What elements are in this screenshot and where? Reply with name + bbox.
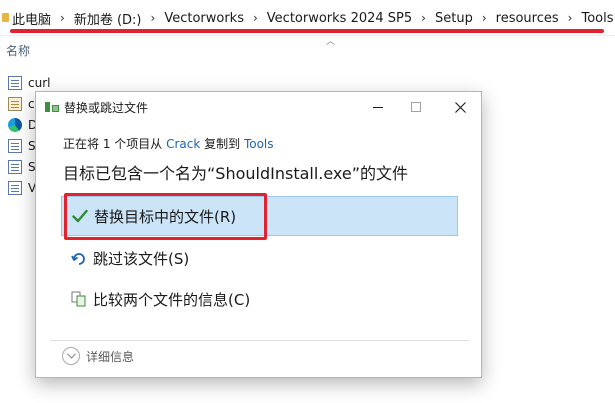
skip-file-button[interactable]: 跳过该文件(S) [61,238,458,278]
source-folder-link[interactable]: Crack [166,137,200,151]
more-details-label: 详细信息 [86,349,135,364]
breadcrumb-separator-icon[interactable]: › [568,11,573,25]
breadcrumb-item[interactable]: resources [496,11,559,26]
skip-arrow-icon [71,250,87,266]
close-icon [454,101,466,113]
column-header-name[interactable]: 名称 [6,42,30,59]
folder-icon [2,9,10,27]
conflict-message: 目标已包含一个名为“ShouldInstall.exe”的文件 [63,164,409,183]
breadcrumb-separator-icon[interactable]: › [60,11,65,25]
breadcrumb-separator-icon[interactable]: › [151,11,156,25]
annotation-highlight-box [64,193,267,240]
edge-browser-icon [8,117,22,132]
document-icon [8,75,22,90]
config-file-icon [8,96,22,111]
file-name: curl [28,75,51,90]
breadcrumb-item[interactable]: Vectorworks [164,11,244,26]
dialog-titlebar[interactable]: 替换或跳过文件 [36,92,481,122]
document-icon [8,180,22,195]
file-copy-icon [45,101,59,113]
skip-file-label: 跳过该文件(S) [93,249,190,268]
document-icon [8,159,22,174]
breadcrumb-item[interactable]: Vectorworks 2024 SP5 [267,11,412,26]
maximize-button [397,92,435,122]
progress-middle: 复制到 [200,137,244,151]
maximize-icon [411,102,421,112]
breadcrumb: 此电脑 › 新加卷 (D:) › Vectorworks › Vectorwor… [12,9,614,28]
chevron-down-icon [62,347,80,365]
more-details-toggle[interactable]: 详细信息 [62,346,134,366]
close-button[interactable] [441,92,479,122]
breadcrumb-separator-icon[interactable]: › [421,11,426,25]
sort-caret-icon[interactable]: ︿ [326,34,335,47]
file-name: c [28,96,35,111]
breadcrumb-item[interactable]: Tools [581,11,613,26]
minimize-icon [373,106,383,108]
compare-files-button[interactable]: 比较两个文件的信息(C) [61,279,458,319]
compare-files-icon [71,291,87,307]
compare-files-label: 比较两个文件的信息(C) [93,290,251,309]
replace-or-skip-dialog: 替换或跳过文件 正在将 1 个项目从 Crack 复制到 Tools 目标已包含… [35,91,482,378]
document-icon [8,138,22,153]
list-item[interactable]: curl [8,72,51,93]
copy-progress-text: 正在将 1 个项目从 Crack 复制到 Tools [63,135,274,152]
breadcrumb-item[interactable]: 新加卷 (D:) [74,9,142,28]
dialog-title: 替换或跳过文件 [64,101,149,115]
annotation-underline [10,29,604,33]
divider [50,340,469,341]
destination-folder-link[interactable]: Tools [244,137,274,151]
breadcrumb-separator-icon[interactable]: › [253,11,258,25]
minimize-button[interactable] [359,92,397,122]
breadcrumb-item[interactable]: 此电脑 [12,9,51,28]
progress-prefix: 正在将 1 个项目从 [63,137,167,151]
breadcrumb-separator-icon[interactable]: › [482,11,487,25]
breadcrumb-item[interactable]: Setup [435,11,473,26]
